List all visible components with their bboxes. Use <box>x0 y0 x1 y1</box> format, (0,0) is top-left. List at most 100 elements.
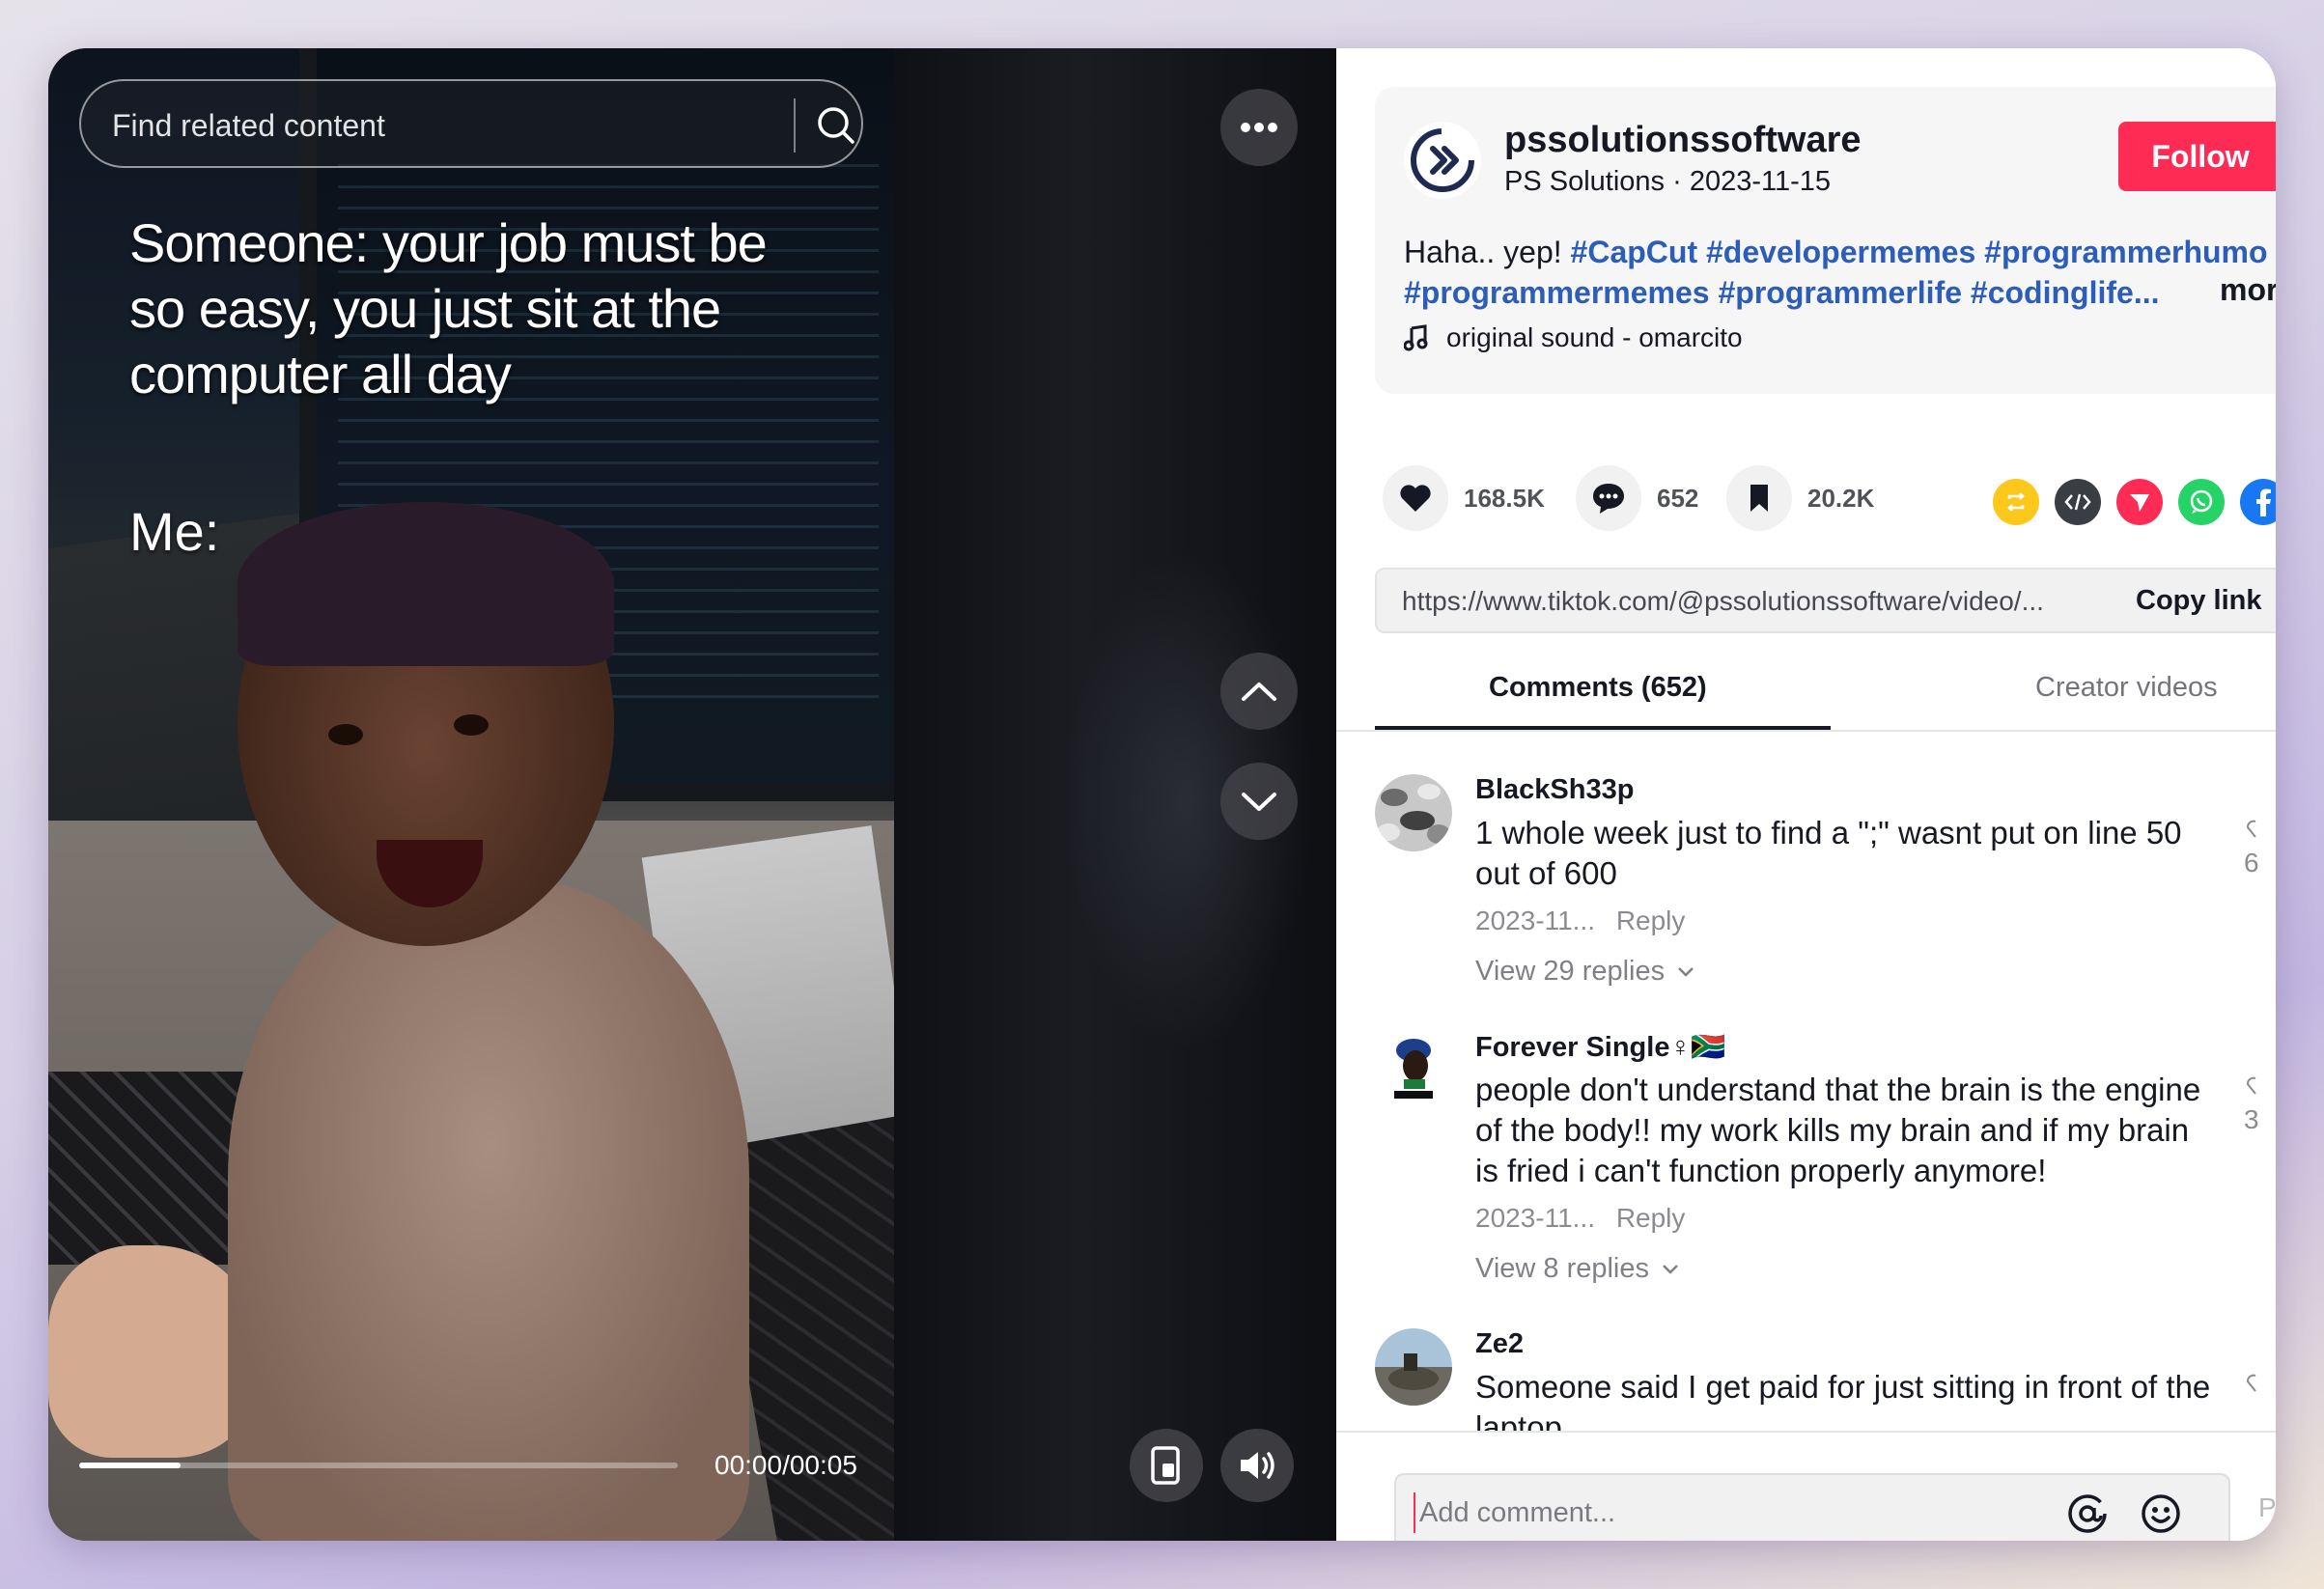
author-username[interactable]: pssolutionssoftware <box>1504 120 1862 161</box>
more-options-button[interactable] <box>1220 89 1298 166</box>
whatsapp-icon <box>2190 489 2213 514</box>
author-subtitle: PS Solutions · 2023-11-15 <box>1504 166 1832 197</box>
sound-name: original sound - omarcito <box>1446 322 1743 352</box>
video-caption: Someone: your job must be so easy, you j… <box>129 212 768 404</box>
commenter-username[interactable]: Ze2 <box>1475 1328 1524 1360</box>
share-facebook-button[interactable] <box>2240 479 2276 525</box>
tab-comments[interactable]: Comments (652) <box>1489 672 1707 704</box>
search-input[interactable] <box>112 106 769 145</box>
video-progress-bar[interactable] <box>79 1463 678 1468</box>
save-icon-wrap <box>1726 465 1792 531</box>
heart-icon <box>1400 485 1431 512</box>
view-replies-label: View 29 replies <box>1475 956 1666 987</box>
scene-eye-left <box>328 724 363 745</box>
more-button[interactable]: more <box>2220 272 2276 308</box>
comments-list: BlackSh33p 1 whole week just to find a "… <box>1336 736 2276 1431</box>
video-player[interactable]: Someone: your job must be so easy, you j… <box>48 48 894 1541</box>
reply-button[interactable]: Reply <box>1616 1203 1686 1233</box>
comment-meta: 2023-11... Reply <box>1475 1203 1685 1234</box>
tiktok-window: Someone: your job must be so easy, you j… <box>48 48 2276 1541</box>
comment-item: BlackSh33p 1 whole week just to find a "… <box>1375 774 2263 996</box>
repost-button[interactable] <box>1993 479 2039 525</box>
details-panel: pssolutionssoftware PS Solutions · 2023-… <box>1336 48 2276 1541</box>
comment-icon-wrap <box>1576 465 1641 531</box>
embed-button[interactable] <box>2055 479 2101 525</box>
view-replies-label: View 8 replies <box>1475 1253 1650 1284</box>
landscape-avatar-icon <box>1375 1328 1452 1406</box>
video-progress-fill <box>79 1463 182 1468</box>
previous-video-button[interactable] <box>1220 653 1298 730</box>
comment-like-button[interactable]: 6 <box>2244 817 2259 878</box>
copy-link-button[interactable]: Copy link <box>2136 585 2262 617</box>
video-caption-me: Me: <box>129 501 220 562</box>
scene-eye-right <box>454 714 489 736</box>
like-button[interactable]: 168.5K <box>1383 465 1545 531</box>
commenter-username[interactable]: BlackSh33p <box>1475 774 1634 806</box>
chevron-down-icon <box>1242 793 1276 811</box>
comment-button[interactable]: 652 <box>1576 465 1698 531</box>
camo-avatar-icon <box>1375 774 1452 851</box>
author-avatar[interactable] <box>1404 122 1481 199</box>
like-icon-wrap <box>1383 465 1448 531</box>
save-count: 20.2K <box>1807 483 1875 513</box>
embed-code-icon <box>2064 493 2091 511</box>
send-to-friends-button[interactable] <box>2116 479 2163 525</box>
heart-outline-icon <box>2247 1374 2256 1392</box>
save-button[interactable]: 20.2K <box>1726 465 1874 531</box>
heart-outline-icon <box>2247 820 2256 838</box>
repost-icon <box>2007 492 2025 512</box>
comment-like-button[interactable]: 3 <box>2244 1073 2259 1135</box>
mention-button[interactable] <box>2066 1492 2109 1535</box>
commenter-avatar[interactable] <box>1375 1328 1452 1406</box>
view-replies-button[interactable]: View 8 replies <box>1475 1253 1680 1285</box>
comment-bubble-icon <box>1593 484 1624 514</box>
search-button[interactable] <box>807 95 863 154</box>
follow-button[interactable]: Follow <box>2118 122 2276 191</box>
video-area: Someone: your job must be so easy, you j… <box>48 48 1336 1541</box>
comment-composer: P <box>1336 1431 2276 1541</box>
chevron-down-icon <box>1678 966 1694 977</box>
comment-input[interactable] <box>1414 1492 2031 1533</box>
panel-tabs: Comments (652) Creator videos <box>1336 647 2276 732</box>
comment-like-count: 6 <box>2244 848 2259 878</box>
post-button[interactable]: P <box>2258 1492 2276 1523</box>
comment-like-button[interactable] <box>2244 1371 2257 1402</box>
ps-solutions-logo-icon <box>1411 128 1474 192</box>
reply-button[interactable]: Reply <box>1616 906 1686 935</box>
hashtag-link[interactable]: #CapCut <box>1571 235 1698 269</box>
video-time: 00:00/00:05 <box>714 1450 857 1480</box>
search-divider <box>794 98 796 153</box>
video-info-card: pssolutionssoftware PS Solutions · 2023-… <box>1375 87 2276 394</box>
comment-item: Forever Single♀🇿🇦 people don't understan… <box>1375 1031 2263 1292</box>
hashtag-link[interactable]: #programmerhumo <box>1984 235 2267 269</box>
search-bar <box>79 79 863 168</box>
music-note-icon <box>1404 324 1428 351</box>
commenter-avatar[interactable] <box>1375 1031 1452 1108</box>
tab-creator-videos[interactable]: Creator videos <box>2035 672 2218 704</box>
next-video-button[interactable] <box>1220 763 1298 840</box>
commenter-username[interactable]: Forever Single♀🇿🇦 <box>1475 1031 1725 1064</box>
video-url[interactable]: https://www.tiktok.com/@pssolutionssoftw… <box>1402 586 2078 617</box>
facebook-icon <box>2256 488 2271 516</box>
commenter-avatar[interactable] <box>1375 774 1452 851</box>
description-text: Haha.. yep! <box>1404 235 1562 269</box>
share-whatsapp-button[interactable] <box>2178 479 2225 525</box>
hashtag-link[interactable]: #codinglife... <box>1971 275 2160 310</box>
smiley-icon <box>2142 1494 2180 1533</box>
picture-in-picture-button[interactable] <box>1130 1429 1203 1502</box>
comment-text: Someone said I get paid for just sitting… <box>1475 1369 2211 1431</box>
hashtag-link[interactable]: #programmerlife <box>1718 275 1962 310</box>
chevron-down-icon <box>1663 1264 1678 1274</box>
video-description: Haha.. yep! #CapCut #developermemes #pro… <box>1404 232 2273 313</box>
volume-button[interactable] <box>1220 1429 1294 1502</box>
sound-link[interactable]: original sound - omarcito <box>1404 322 1743 353</box>
hashtag-link[interactable]: #programmermemes <box>1404 275 1710 310</box>
comment-item: Ze2 Someone said I get paid for just sit… <box>1375 1328 2263 1431</box>
active-tab-indicator <box>1375 726 1831 730</box>
comment-input-box <box>1394 1473 2230 1541</box>
hashtag-link[interactable]: #developermemes <box>1706 235 1975 269</box>
emoji-button[interactable] <box>2140 1492 2182 1535</box>
view-replies-button[interactable]: View 29 replies <box>1475 956 1695 988</box>
comment-date: 2023-11... <box>1475 1203 1596 1233</box>
scene-child-body <box>228 878 749 1541</box>
